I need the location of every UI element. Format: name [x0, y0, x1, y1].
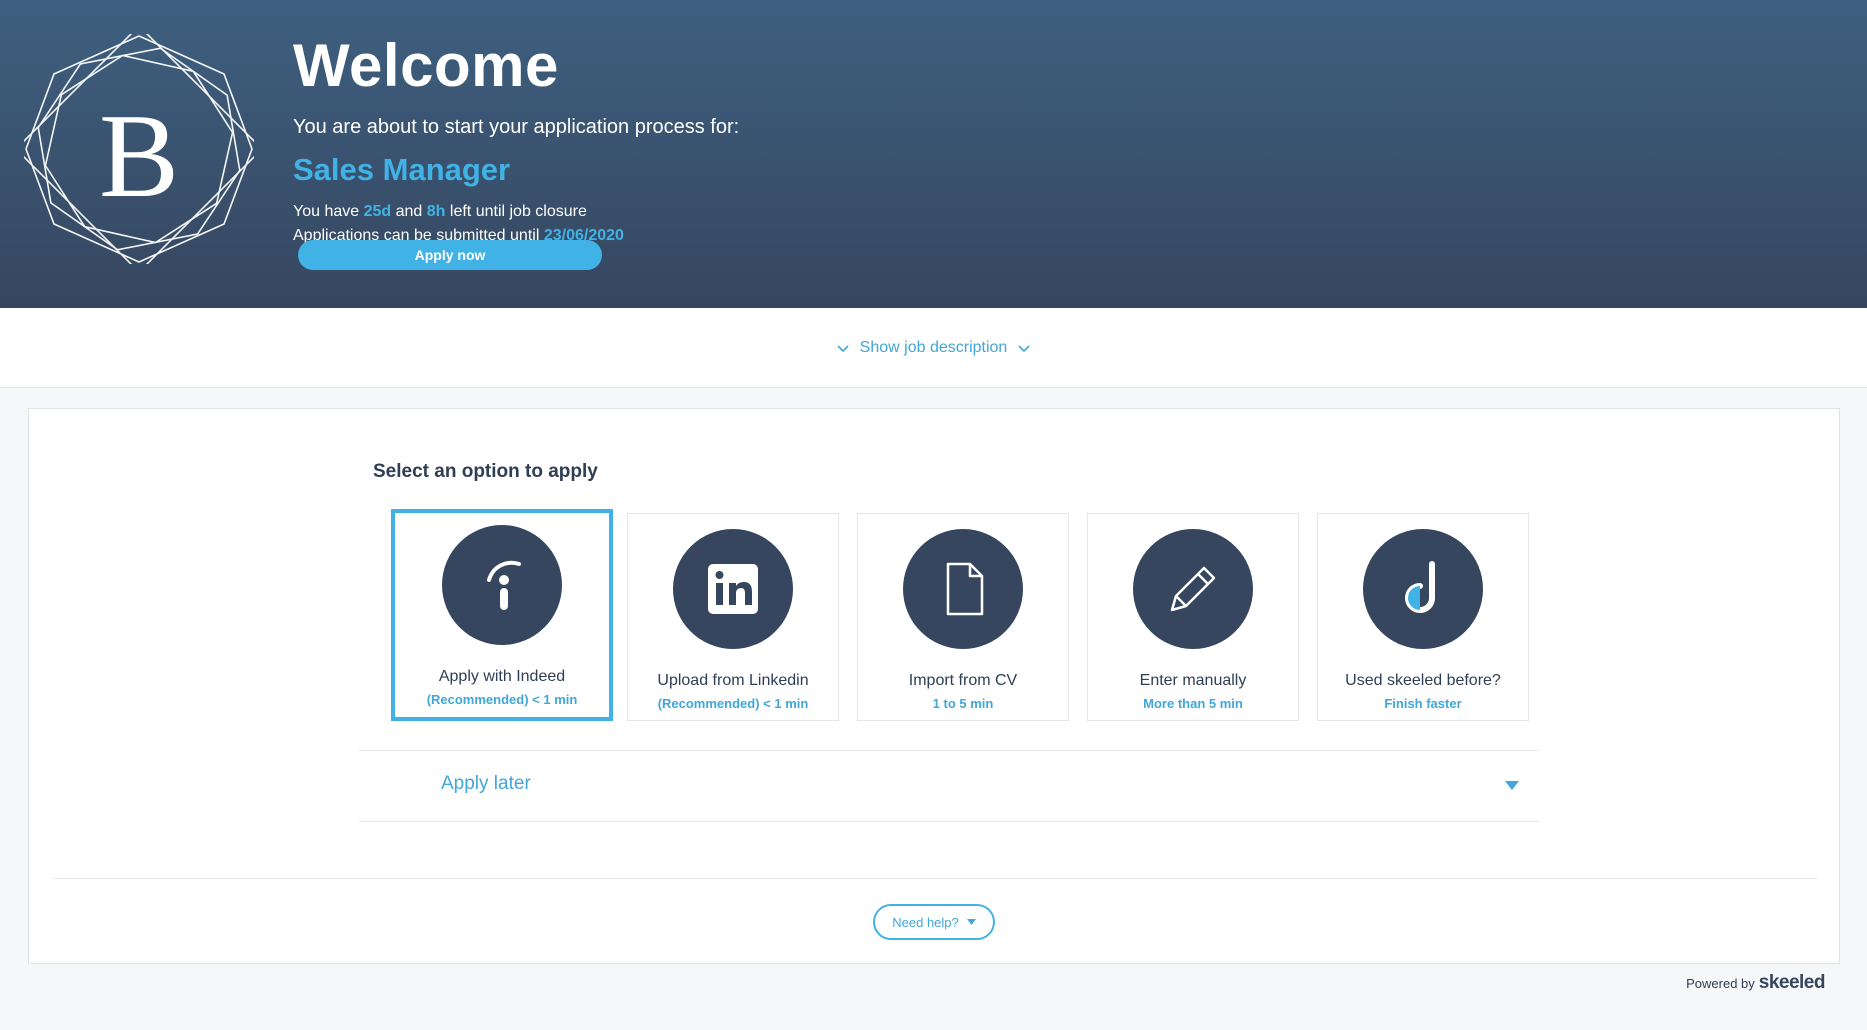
option-icon-circle	[1133, 529, 1253, 649]
job-title: Sales Manager	[293, 152, 511, 187]
apply-now-button[interactable]: Apply now	[298, 240, 602, 270]
option-duration: More than 5 min	[1143, 696, 1243, 711]
company-logo: B	[24, 34, 254, 264]
indeed-icon	[487, 560, 521, 610]
show-job-description-toggle[interactable]: Show job description	[836, 339, 1032, 357]
time-prefix: You have	[293, 203, 360, 220]
apply-later-toggle[interactable]: Apply later	[359, 750, 1539, 822]
intro-text: You are about to start your application …	[293, 116, 740, 138]
chevron-down-icon	[1018, 344, 1030, 352]
linkedin-icon	[708, 564, 758, 614]
powered-by: Powered by skeeled	[1686, 972, 1825, 994]
option-label: Used skeeled before?	[1345, 672, 1501, 689]
option-duration: (Recommended) < 1 min	[426, 692, 578, 707]
option-enter-manually[interactable]: Enter manually More than 5 min	[1087, 513, 1299, 721]
need-help-button[interactable]: Need help?	[873, 904, 995, 940]
option-label: Enter manually	[1139, 672, 1247, 689]
need-help-label: Need help?	[892, 914, 959, 930]
show-job-description-label: Show job description	[859, 338, 1008, 356]
caret-down-icon	[1505, 781, 1519, 790]
days-left: 25d	[363, 203, 392, 220]
hero-text: Welcome You are about to start your appl…	[293, 30, 739, 248]
section-title: Select an option to apply	[373, 461, 598, 482]
welcome-heading: Welcome	[293, 32, 559, 99]
option-duration: Finish faster	[1384, 696, 1462, 711]
time-and: and	[395, 203, 423, 220]
option-import-cv[interactable]: Import from CV 1 to 5 min	[857, 513, 1069, 721]
option-duration: 1 to 5 min	[932, 696, 994, 711]
option-linkedin[interactable]: Upload from Linkedin (Recommended) < 1 m…	[627, 513, 839, 721]
hours-left: 8h	[426, 203, 446, 220]
document-icon	[946, 562, 984, 616]
option-icon-circle	[442, 525, 562, 645]
apply-later-label: Apply later	[441, 773, 531, 794]
option-label: Upload from Linkedin	[657, 672, 809, 689]
caret-down-icon	[966, 919, 976, 925]
option-label: Import from CV	[908, 672, 1018, 689]
apply-options: Apply with Indeed (Recommended) < 1 min …	[363, 509, 1533, 721]
powered-by-label: Powered by	[1686, 976, 1755, 991]
panel-divider	[53, 878, 1817, 879]
option-label: Apply with Indeed	[438, 668, 566, 685]
chevron-down-icon	[837, 344, 849, 352]
pencil-icon	[1170, 566, 1216, 612]
option-skeeled[interactable]: Used skeeled before? Finish faster	[1317, 513, 1529, 721]
hero-header: B Welcome You are about to start your ap…	[0, 0, 1867, 308]
option-icon-circle	[903, 529, 1023, 649]
job-description-bar: Show job description	[0, 308, 1867, 388]
apply-panel: Select an option to apply Apply with Ind…	[28, 408, 1840, 964]
logo-letter: B	[99, 89, 179, 222]
option-icon-circle	[1363, 529, 1483, 649]
option-indeed[interactable]: Apply with Indeed (Recommended) < 1 min	[391, 509, 613, 721]
option-icon-circle	[673, 529, 793, 649]
time-suffix: left until job closure	[449, 203, 587, 220]
skeeled-brand[interactable]: skeeled	[1759, 972, 1826, 994]
skeeled-icon	[1405, 561, 1435, 613]
option-duration: (Recommended) < 1 min	[657, 696, 809, 711]
